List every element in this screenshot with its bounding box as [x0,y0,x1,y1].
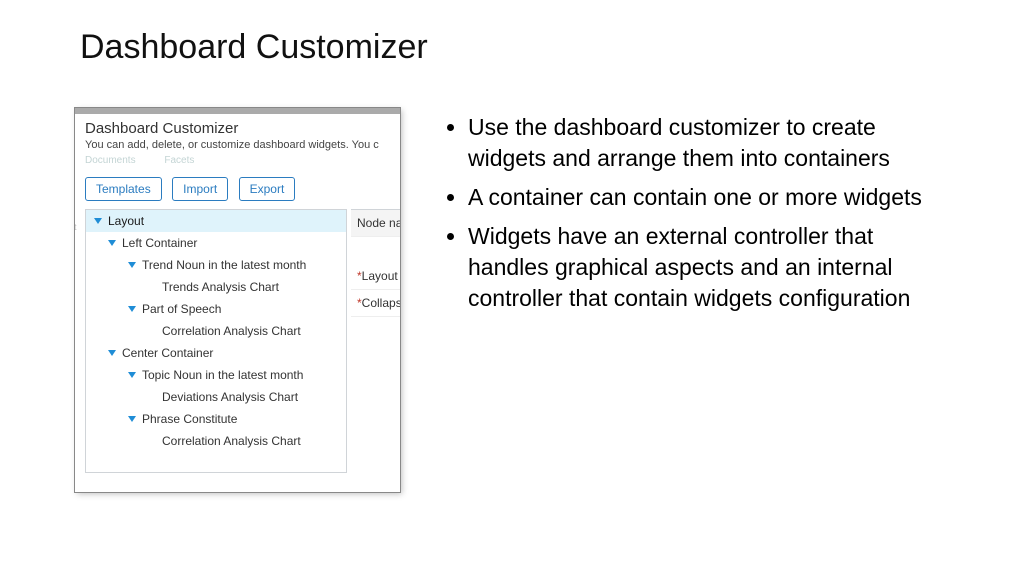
tree-label: Trend Noun in the latest month [142,258,306,272]
tree-label: Center Container [122,346,213,360]
bullet-item: A container can contain one or more widg… [468,182,960,213]
slide-title: Dashboard Customizer [80,28,428,67]
export-button[interactable]: Export [239,177,296,201]
property-row-layout[interactable]: *Layout [351,263,400,290]
tree-label: Phrase Constitute [142,412,237,426]
caret-down-icon [94,218,102,224]
tree-node-widget[interactable]: Part of Speech [86,298,346,320]
tree-node-center-container[interactable]: Center Container [86,342,346,364]
tree-node-chart[interactable]: Deviations Analysis Chart [86,386,346,408]
tree-node-chart[interactable]: Trends Analysis Chart [86,276,346,298]
templates-button[interactable]: Templates [85,177,162,201]
property-row-collapse[interactable]: *Collaps [351,290,400,317]
panel-title: Dashboard Customizer [85,120,390,137]
background-tabs: Documents Facets [85,155,390,169]
tree-label: Correlation Analysis Chart [162,324,301,338]
slide: Dashboard Customizer Use the dashboard c… [0,0,1024,576]
tree-label: Left Container [122,236,197,250]
caret-down-icon [128,416,136,422]
tree-label: Correlation Analysis Chart [162,434,301,448]
tree-label: Trends Analysis Chart [162,280,279,294]
panel-body: Layout Left Container Trend Noun in the … [75,209,400,492]
tree-node-widget[interactable]: Trend Noun in the latest month [86,254,346,276]
tree-node-left-container[interactable]: Left Container [86,232,346,254]
property-label: Layout [362,269,398,283]
tree-label: Part of Speech [142,302,221,316]
property-label: Collaps [362,296,400,310]
tree-root-layout[interactable]: Layout [86,210,346,232]
tree-node-widget[interactable]: Phrase Constitute [86,408,346,430]
tree-node-widget[interactable]: Topic Noun in the latest month [86,364,346,386]
caret-down-icon [128,372,136,378]
caret-down-icon [108,350,116,356]
bullet-item: Widgets have an external controller that… [468,221,960,314]
layout-tree[interactable]: Layout Left Container Trend Noun in the … [85,209,347,473]
caret-down-icon [128,306,136,312]
panel-header: Dashboard Customizer You can add, delete… [75,114,400,171]
ghost-tab-documents: Documents [85,155,136,166]
panel-subtitle: You can add, delete, or customize dashbo… [85,139,390,151]
toolbar: Templates Import Export [75,171,400,209]
bullet-item: Use the dashboard customizer to create w… [468,112,960,174]
properties-panel: Node na *Layout *Collaps [351,209,400,317]
tree-label: Layout [108,214,144,228]
ghost-tab-facets: Facets [164,155,194,166]
caret-down-icon [108,240,116,246]
tree-node-chart[interactable]: Correlation Analysis Chart [86,430,346,452]
tree-node-chart[interactable]: Correlation Analysis Chart [86,320,346,342]
dashboard-customizer-screenshot: nt Dashboard Customizer You can add, del… [75,108,400,492]
import-button[interactable]: Import [172,177,228,201]
tree-label: Deviations Analysis Chart [162,390,298,404]
property-row-node-name[interactable]: Node na [351,210,400,237]
property-label: Node na [357,216,400,230]
tree-label: Topic Noun in the latest month [142,368,303,382]
caret-down-icon [128,262,136,268]
slide-bullets: Use the dashboard customizer to create w… [440,112,960,322]
